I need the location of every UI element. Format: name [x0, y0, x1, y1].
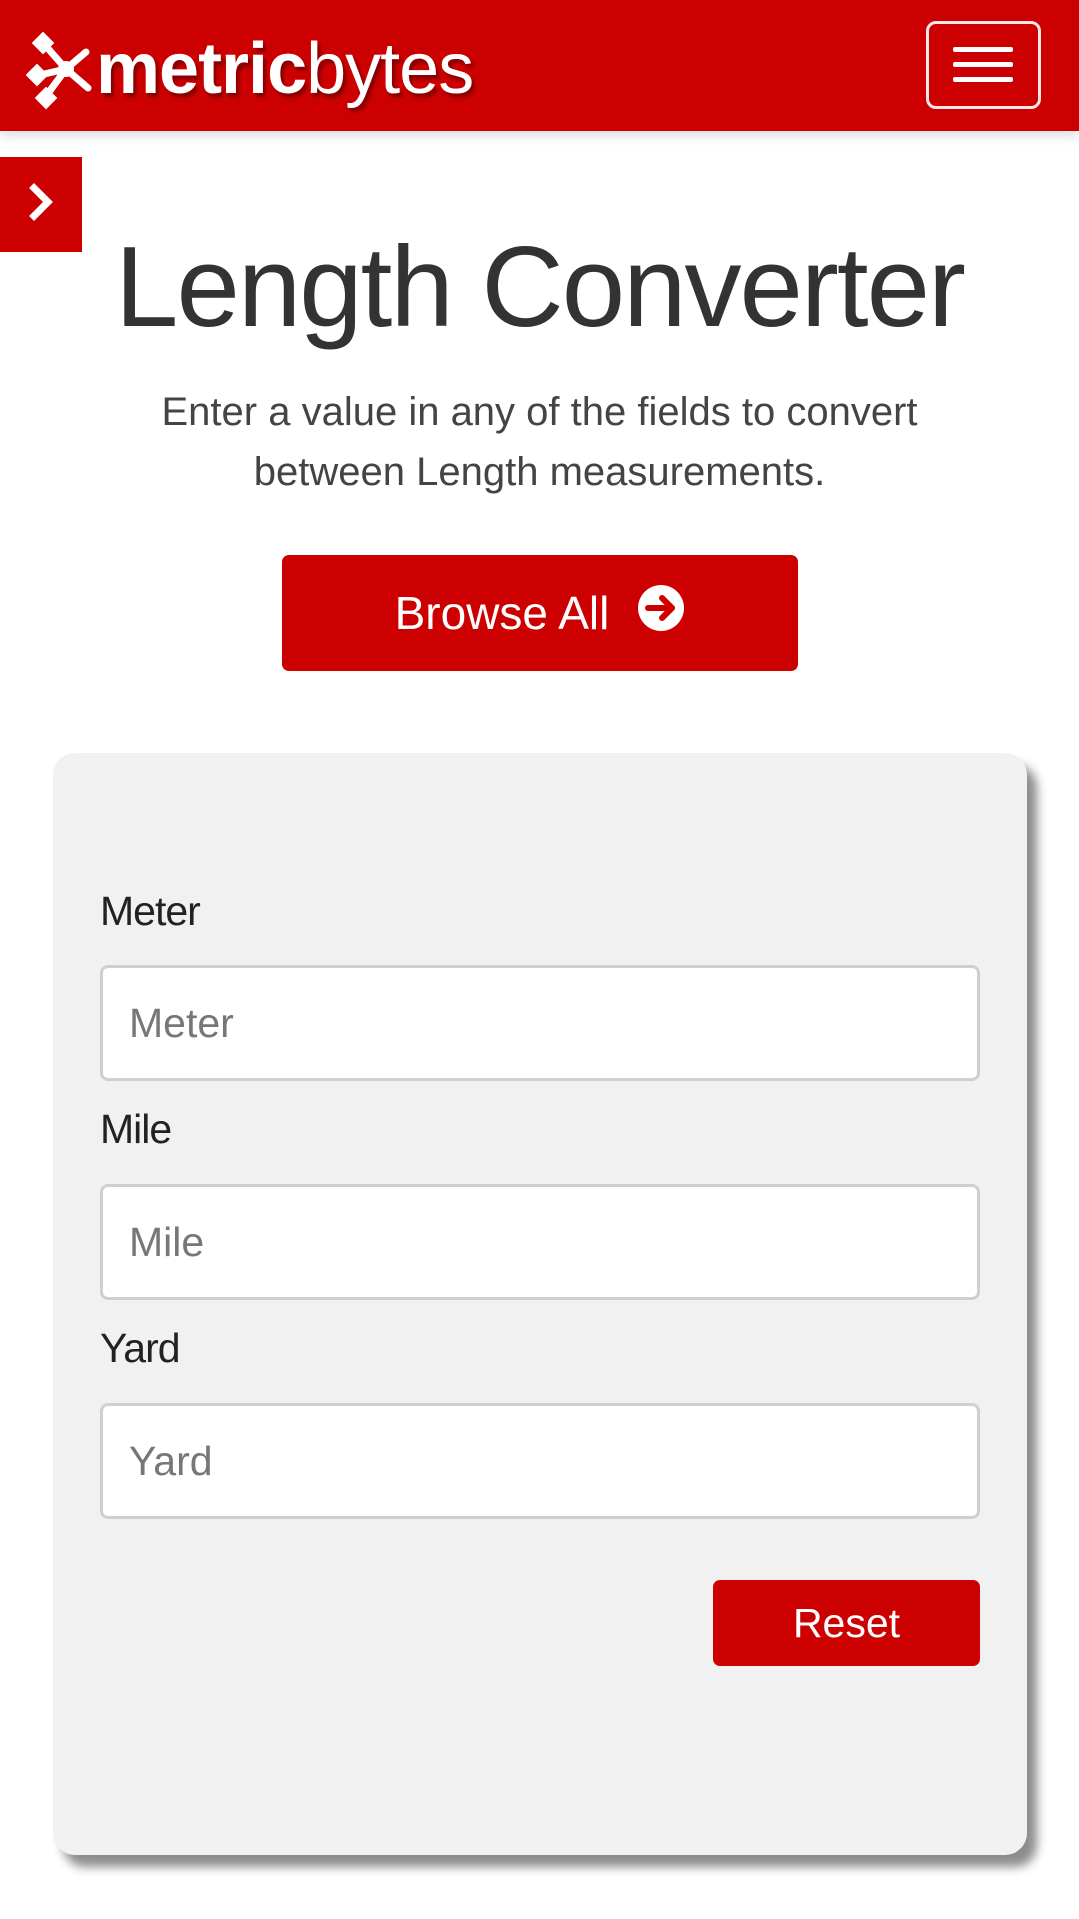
- logo-text-bold: metric: [96, 29, 307, 109]
- converter-card: Meter Mile Yard Reset: [53, 753, 1027, 1855]
- logo-text-light: bytes: [306, 29, 474, 109]
- circle-arrow-right-icon: [637, 584, 685, 643]
- network-nodes-icon: [25, 26, 94, 112]
- meter-input[interactable]: [100, 965, 980, 1081]
- mile-input[interactable]: [100, 1184, 980, 1300]
- yard-label: Yard: [100, 1325, 181, 1371]
- page-title: Length Converter: [115, 224, 966, 351]
- logo-wordmark: metricbytes: [96, 33, 474, 105]
- chevron-right-icon: [26, 182, 56, 227]
- meter-label: Meter: [100, 888, 201, 934]
- mile-label: Mile: [100, 1106, 172, 1152]
- browse-all-label: Browse All: [394, 587, 610, 639]
- site-header: metricbytes: [0, 0, 1079, 131]
- site-logo[interactable]: metricbytes: [25, 26, 474, 112]
- reset-button[interactable]: Reset: [713, 1580, 980, 1666]
- browse-all-button[interactable]: Browse All: [282, 555, 798, 671]
- yard-input[interactable]: [100, 1403, 980, 1519]
- hamburger-menu-icon: [953, 47, 1013, 83]
- page-subtitle: Enter a value in any of the fields to co…: [161, 390, 918, 494]
- menu-toggle-button[interactable]: [926, 21, 1041, 109]
